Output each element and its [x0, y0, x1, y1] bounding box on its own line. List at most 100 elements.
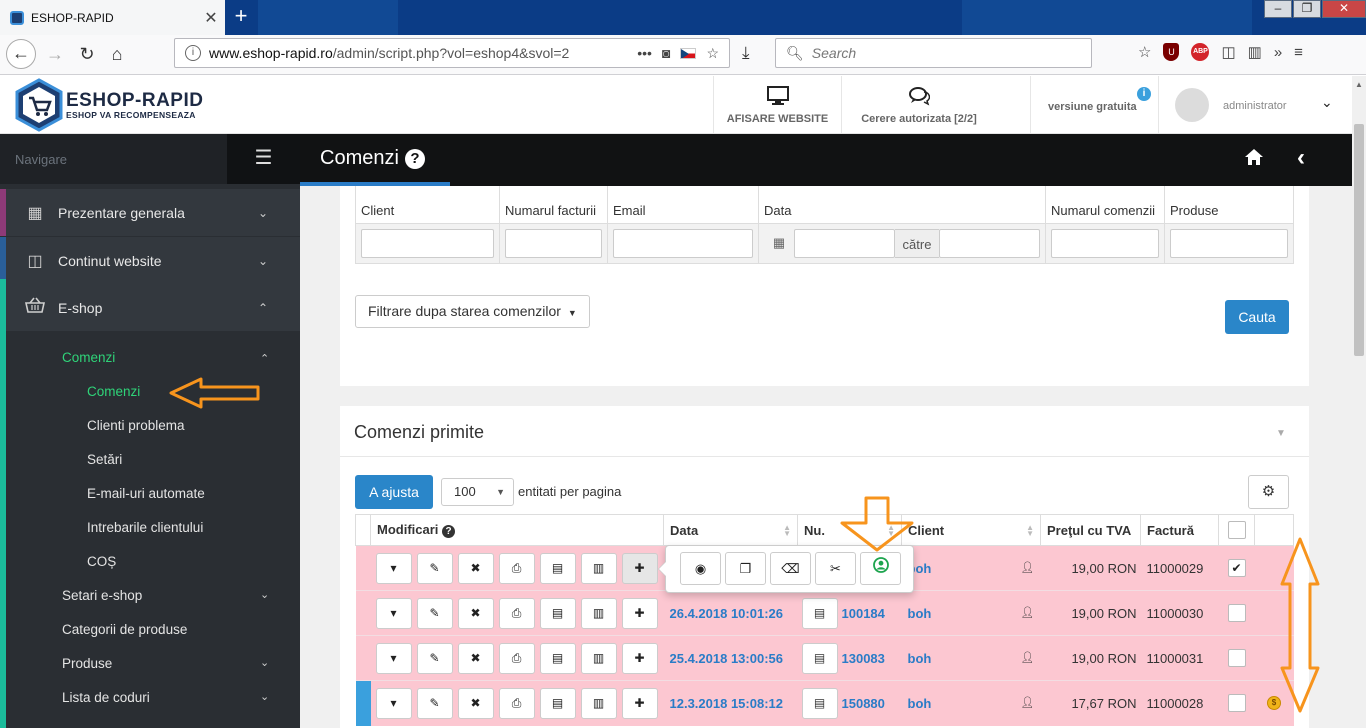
reload-icon[interactable]: ↻	[72, 39, 102, 69]
bookmark-star-icon[interactable]: ☆	[706, 45, 719, 62]
column-data[interactable]: Data ▲ ▼	[663, 514, 798, 546]
czech-flag-icon[interactable]	[680, 47, 697, 59]
sidebar-item-continut-website[interactable]: ◫ Continut website ⌄	[0, 237, 300, 284]
help-icon[interactable]: ?	[404, 148, 425, 169]
ublock-icon[interactable]: U	[1163, 43, 1180, 61]
delete-x-icon[interactable]: ✖	[457, 552, 494, 584]
afisare-website-button[interactable]: AFISARE WEBSITE	[713, 76, 841, 133]
help-icon[interactable]: ?	[442, 525, 456, 538]
info-icon[interactable]: i	[1137, 87, 1151, 101]
pencil-edit-icon[interactable]: ✎	[416, 642, 453, 674]
page-actions-icon[interactable]: •••	[637, 45, 652, 61]
order-number-filter-input[interactable]	[1051, 228, 1159, 258]
column-pret[interactable]: Preţul cu TVA	[1040, 514, 1141, 546]
pdf-file-icon[interactable]: ⎙	[498, 597, 535, 629]
chevron-left-icon[interactable]: ‹	[1297, 144, 1305, 172]
browser-search-input[interactable]: 🔍︎ Search	[775, 38, 1092, 68]
order-number-link[interactable]: 130083	[838, 651, 885, 666]
order-date-link[interactable]: 26.4.2018 10:01:26	[664, 606, 783, 621]
versiune-gratuita[interactable]: versiune gratuita i	[1030, 76, 1158, 133]
scroll-up-arrow-icon[interactable]: ▲	[1355, 80, 1363, 89]
minimize-window-icon[interactable]: –	[1264, 0, 1292, 18]
eye-view-icon[interactable]: ◉	[680, 552, 721, 585]
sidebar-toggle-hamburger-icon[interactable]: ☰	[227, 134, 300, 184]
search-button[interactable]: Cauta	[1225, 300, 1289, 334]
invoice-file-icon[interactable]: ▥	[580, 687, 617, 719]
scissors-icon[interactable]: ✂	[815, 552, 856, 585]
order-date-link[interactable]: 25.4.2018 13:00:56	[664, 651, 783, 666]
document-icon[interactable]: ▤	[801, 597, 838, 629]
delete-x-icon[interactable]: ✖	[457, 642, 494, 674]
eraser-icon[interactable]: ⌫	[770, 552, 811, 585]
adblock-plus-icon[interactable]: ABP	[1191, 43, 1210, 61]
row-checkbox[interactable]	[1227, 649, 1246, 667]
order-number-link[interactable]: 150880	[838, 696, 885, 711]
payment-coin-icon[interactable]: $	[1267, 696, 1281, 711]
maximize-window-icon[interactable]: ❐	[1293, 0, 1321, 18]
copy-duplicate-icon[interactable]: ❐	[725, 552, 766, 585]
sidebar-item-produse[interactable]: Produse	[62, 656, 112, 671]
pdf-file-icon[interactable]: ⎙	[498, 687, 535, 719]
document-icon[interactable]: ▤	[801, 642, 838, 674]
sidebar-item-e-shop[interactable]: E-shop ⌃	[0, 284, 300, 331]
per-page-select[interactable]: 100 ▼	[441, 478, 514, 506]
pencil-edit-icon[interactable]: ✎	[416, 597, 453, 629]
column-factura[interactable]: Factură	[1140, 514, 1219, 546]
dropdown-caret-icon[interactable]: ▾	[375, 552, 412, 584]
document-icon[interactable]: ▤	[801, 687, 838, 719]
order-number-link[interactable]: 100184	[838, 606, 885, 621]
pdf-file-icon[interactable]: ⎙	[498, 552, 535, 584]
scrollbar-thumb[interactable]	[1354, 124, 1364, 356]
plus-more-icon[interactable]: ✚	[621, 642, 658, 674]
column-client[interactable]: Client ▲ ▼	[901, 514, 1041, 546]
home-icon[interactable]: ⌂	[102, 39, 132, 69]
sidebar-item-comenzi-group[interactable]: Comenzi	[62, 350, 115, 365]
sidebar-toggle-icon[interactable]: ◫	[1221, 43, 1235, 61]
dropdown-caret-icon[interactable]: ▾	[375, 687, 412, 719]
sidebar-item-lista-de-coduri[interactable]: Lista de coduri	[62, 690, 150, 705]
person-icon[interactable]: 👤︎	[1021, 561, 1035, 574]
sidebar-item-clienti-problema[interactable]: Clienti problema	[87, 418, 185, 433]
site-info-icon[interactable]: i	[185, 45, 201, 61]
pencil-edit-icon[interactable]: ✎	[416, 552, 453, 584]
page-scrollbar[interactable]: ▲	[1352, 76, 1366, 728]
new-tab-button[interactable]: +	[228, 3, 254, 31]
email-filter-input[interactable]	[613, 228, 753, 258]
client-filter-input[interactable]	[361, 228, 494, 258]
close-window-icon[interactable]: ✕	[1322, 0, 1366, 18]
column-nu[interactable]: Nu. ▲ ▼	[797, 514, 902, 546]
pencil-edit-icon[interactable]: ✎	[416, 687, 453, 719]
dropdown-caret-icon[interactable]: ▾	[375, 642, 412, 674]
person-icon[interactable]: 👤︎	[1021, 696, 1035, 709]
document-icon[interactable]: ▤	[539, 597, 576, 629]
select-all-checkbox[interactable]	[1227, 521, 1246, 539]
home-icon[interactable]	[1244, 148, 1264, 172]
plus-more-icon[interactable]: ✚	[621, 552, 658, 584]
order-status-filter-dropdown[interactable]: Filtrare dupa starea comenzilor ▼	[355, 295, 590, 328]
row-checkbox[interactable]	[1227, 604, 1246, 622]
back-arrow-icon[interactable]: ←	[6, 39, 36, 69]
sidebar-item-comenzi[interactable]: Comenzi	[87, 384, 140, 399]
url-text[interactable]: www.eshop-rapid.ro/admin/script.php?vol=…	[209, 45, 637, 61]
sidebar-item-prezentare-generala[interactable]: ▦ Prezentare generala ⌄	[0, 189, 300, 236]
url-bar[interactable]: i www.eshop-rapid.ro/admin/script.php?vo…	[174, 38, 730, 68]
collapse-caret-icon[interactable]: ▼	[1276, 428, 1286, 439]
settings-gears-icon[interactable]: ⚙	[1248, 475, 1289, 509]
plus-more-icon[interactable]: ✚	[621, 597, 658, 629]
delete-x-icon[interactable]: ✖	[457, 687, 494, 719]
user-account-icon[interactable]	[860, 552, 901, 585]
document-icon[interactable]: ▤	[539, 687, 576, 719]
row-checkbox[interactable]: ✔	[1227, 559, 1246, 577]
sidebar-item-intrebarile-clientului[interactable]: Intrebarile clientului	[87, 520, 203, 535]
eshop-rapid-logo[interactable]: ESHOP-RAPID ESHOP VA RECOMPENSEAZA	[14, 78, 203, 132]
sidebar-item-email-uri-automate[interactable]: E-mail-uri automate	[87, 486, 205, 501]
row-checkbox[interactable]	[1227, 694, 1246, 713]
download-icon[interactable]: ⤓	[742, 43, 750, 63]
order-date-link[interactable]: 12.3.2018 15:08:12	[664, 696, 783, 711]
products-filter-input[interactable]	[1170, 228, 1288, 258]
sidebar-item-cos[interactable]: COȘ	[87, 554, 116, 569]
cerere-autorizata-button[interactable]: Cerere autorizata [2/2]	[841, 76, 996, 133]
client-link[interactable]: boh	[902, 606, 932, 621]
delete-x-icon[interactable]: ✖	[457, 597, 494, 629]
document-icon[interactable]: ▤	[539, 552, 576, 584]
